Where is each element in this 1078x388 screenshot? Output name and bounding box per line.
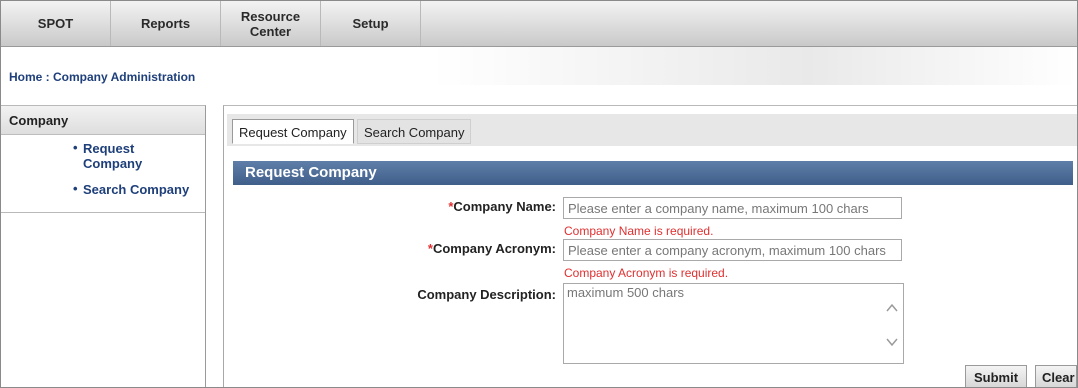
company-description-textarea[interactable]	[563, 283, 904, 364]
left-panel: Company • Request Company • Search Compa…	[1, 105, 206, 387]
left-panel-title: Company	[1, 106, 205, 135]
company-description-label: Company Description:	[417, 287, 556, 302]
company-acronym-error: Company Acronym is required.	[564, 266, 729, 280]
sidebar-link-request-company[interactable]: Request Company	[83, 141, 173, 171]
company-acronym-label: *Company Acronym:	[381, 241, 556, 256]
scroll-down-icon[interactable]	[885, 335, 899, 349]
divider	[1, 212, 205, 213]
clear-button[interactable]: Clear	[1035, 365, 1077, 387]
bullet-icon: •	[73, 140, 78, 155]
nav-item-spot[interactable]: SPOT	[1, 1, 111, 46]
tab-bar	[227, 114, 1077, 146]
submit-button[interactable]: Submit	[965, 365, 1027, 387]
top-nav: SPOT Reports Resource Center Setup	[1, 1, 1077, 47]
company-name-label: *Company Name:	[381, 199, 556, 214]
tab-search-company[interactable]: Search Company	[357, 119, 472, 144]
company-name-input[interactable]	[563, 197, 902, 219]
company-name-label-text: Company Name:	[453, 199, 556, 214]
scroll-up-icon[interactable]	[885, 301, 899, 315]
nav-item-reports[interactable]: Reports	[111, 1, 221, 46]
nav-item-setup[interactable]: Setup	[321, 1, 421, 46]
breadcrumb[interactable]: Home : Company Administration	[9, 70, 195, 84]
company-acronym-label-text: Company Acronym:	[432, 241, 556, 256]
nav-item-resource-center[interactable]: Resource Center	[221, 1, 321, 46]
sidebar-link-search-company[interactable]: Search Company	[83, 182, 189, 197]
section-header: Request Company	[233, 161, 1073, 185]
tab-request-company[interactable]: Request Company	[232, 119, 354, 144]
bullet-icon: •	[73, 181, 78, 196]
company-acronym-input[interactable]	[563, 239, 902, 261]
app-frame: SPOT Reports Resource Center Setup Home …	[0, 0, 1078, 388]
company-name-error: Company Name is required.	[564, 224, 714, 238]
